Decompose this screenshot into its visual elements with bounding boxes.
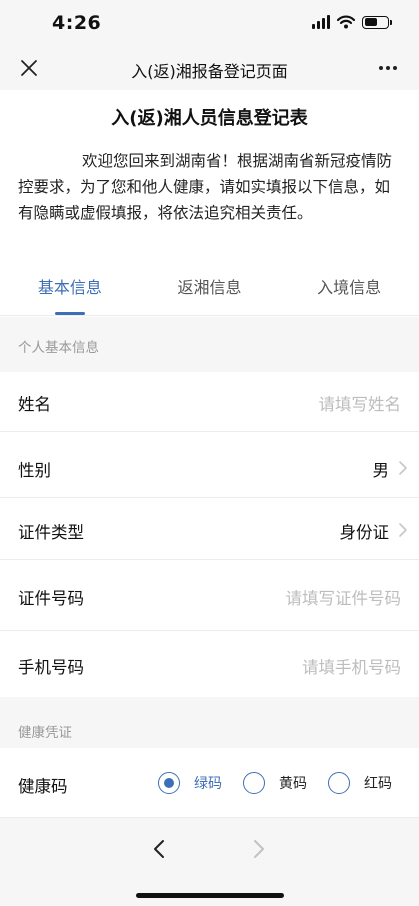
radio-unchecked-icon[interactable] [243,772,265,794]
battery-icon [362,15,392,29]
radio-red-label: 红码 [364,776,392,792]
section-label-personal: 个人基本信息 [18,340,99,356]
phone-field-row[interactable]: 手机号码 请填手机号码 [0,633,419,697]
more-options-icon[interactable] [377,58,399,78]
name-input[interactable]: 请填写姓名 [319,391,402,415]
radio-yellow-label: 黄码 [279,776,307,792]
name-field-row[interactable]: 姓名 请填写姓名 [0,372,419,432]
form-title: 入(返)湘人员信息登记表 [111,108,308,129]
status-icons [312,15,392,29]
radio-green-code[interactable]: 绿码 [158,772,222,794]
battery-level [364,18,377,26]
tab-return-info[interactable]: 返湘信息 [140,258,280,315]
section-label-health: 健康凭证 [18,725,72,741]
radio-checked-icon[interactable] [158,772,180,794]
id-type-value[interactable]: 身份证 [340,519,390,543]
intro-text: 欢迎您回来到湖南省！根据湖南省新冠疫情防控要求，为了您和他人健康，请如实填报以下… [18,152,393,222]
radio-red-code[interactable]: 红码 [328,772,392,794]
gender-value[interactable]: 男 [373,457,390,481]
phone-label: 手机号码 [18,658,84,677]
health-code-radio-group: 绿码 黄码 红码 [158,772,413,794]
section-header-health: 健康凭证 [0,697,419,748]
id-number-field-row[interactable]: 证件号码 请填写证件号码 [0,563,419,631]
radio-unchecked-icon[interactable] [328,772,350,794]
back-arrow-icon[interactable] [150,838,170,860]
wifi-icon [337,15,355,29]
id-number-label: 证件号码 [18,589,84,608]
chevron-right-icon [399,523,407,537]
id-number-input[interactable]: 请填写证件号码 [286,585,402,609]
health-code-label: 健康码 [18,777,68,796]
tab-basic-info[interactable]: 基本信息 [0,258,140,315]
gender-field-row[interactable]: 性别 男 [0,438,419,498]
id-type-field-row[interactable]: 证件类型 身份证 [0,500,419,560]
tab-entry-info[interactable]: 入境信息 [279,258,419,315]
section-header-personal: 个人基本信息 [0,317,419,372]
chevron-right-icon [399,461,407,475]
status-bar: 4:26 [0,0,419,46]
home-indicator[interactable] [136,893,284,898]
gender-label: 性别 [18,461,51,480]
nav-bar: 入(返)湘报备登记页面 [0,46,419,90]
page-title: 入(返)湘报备登记页面 [131,62,288,81]
forward-arrow-icon[interactable] [248,838,268,860]
health-code-field-row: 健康码 绿码 黄码 红码 [0,748,419,818]
radio-green-label: 绿码 [194,776,222,792]
id-type-label: 证件类型 [18,523,84,542]
radio-yellow-code[interactable]: 黄码 [243,772,307,794]
bottom-toolbar [0,818,419,906]
name-label: 姓名 [18,395,51,414]
tab-bar: 基本信息 返湘信息 入境信息 [0,258,419,316]
status-time: 4:26 [52,12,102,34]
phone-input[interactable]: 请填手机号码 [302,654,401,678]
cellular-signal-icon [312,15,330,29]
